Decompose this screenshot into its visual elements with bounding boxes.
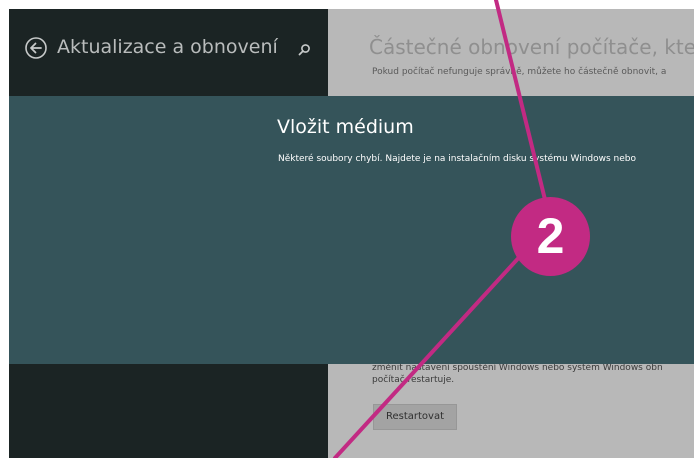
restart-description-line: počítač restartuje.: [372, 375, 455, 385]
page-description: Pokud počítač nefunguje správně, můžete …: [372, 67, 667, 77]
dialog-message: Některé soubory chybí. Najdete je na ins…: [278, 154, 637, 164]
back-arrow-icon[interactable]: [24, 36, 48, 60]
insert-media-dialog: Vložit médium Některé soubory chybí. Naj…: [9, 96, 694, 364]
page-title: Částečné obnovení počítače, které n: [369, 35, 694, 59]
restart-description: změnit nastavení spouštění Windows nebo …: [372, 362, 694, 386]
restart-button[interactable]: Restartovat: [373, 404, 457, 430]
annotation-callout: 2: [511, 197, 590, 276]
dialog-title: Vložit médium: [277, 116, 414, 138]
search-icon[interactable]: [296, 42, 312, 58]
sidebar-title: Aktualizace a obnovení: [57, 36, 278, 58]
callout-number: 2: [536, 208, 565, 264]
left-border: [0, 9, 9, 458]
top-border: [0, 0, 694, 9]
